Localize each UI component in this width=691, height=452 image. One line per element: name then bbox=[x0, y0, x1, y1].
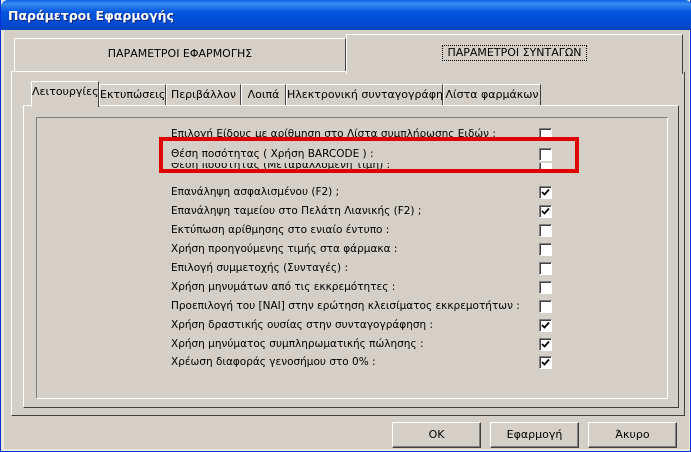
option-label: Προεπιλογή του [ΝΑΙ] στην ερώτηση κλεισί… bbox=[171, 300, 520, 312]
option-label: Επανάληψη ασφαλισμένου (F2) ; bbox=[171, 186, 340, 198]
option-checkbox[interactable] bbox=[539, 224, 552, 237]
tab-application-parameters[interactable]: ΠΑΡΑΜΕΤΡΟΙ ΕΦΑΡΜΟΓΗΣ bbox=[14, 38, 346, 71]
option-label: Επανάληψη ταμείου στο Πελάτη Λιανικής (F… bbox=[171, 205, 422, 217]
tab-prints[interactable]: Εκτυπώσεις bbox=[99, 84, 166, 106]
apply-button[interactable]: Εφαρμογή bbox=[490, 422, 579, 448]
tab-e-prescription[interactable]: Ηλεκτρονική συνταγογράφηση bbox=[286, 84, 457, 106]
option-checkbox[interactable] bbox=[539, 262, 552, 275]
option-row: Χρήση δραστικής ουσίας στην συνταγογράφη… bbox=[171, 317, 561, 335]
window-title: Παράμετροι Εφαρμογής bbox=[8, 8, 174, 23]
cancel-button[interactable]: Άκυρο bbox=[588, 422, 677, 448]
option-checkbox[interactable] bbox=[539, 205, 552, 218]
check-icon bbox=[541, 321, 550, 329]
option-row: Επανάληψη ασφαλισμένου (F2) ; bbox=[171, 184, 561, 202]
option-checkbox[interactable] bbox=[539, 300, 552, 313]
application-parameters-window: Παράμετροι Εφαρμογής ΠΑΡΑΜΕΤΡΟΙ ΕΦΑΡΜΟΓΗ… bbox=[0, 0, 691, 452]
option-checkbox[interactable] bbox=[539, 281, 552, 294]
option-row: Χρήση μηνύματος συμπληρωματικής πώλησης … bbox=[171, 336, 561, 354]
ok-button[interactable]: ΟΚ bbox=[392, 422, 481, 448]
option-label: Χρήση μηνυμάτων από τις εκκρεμότητες : bbox=[171, 281, 396, 293]
option-row: Επανάληψη ταμείου στο Πελάτη Λιανικής (F… bbox=[171, 203, 561, 221]
tab-label: ΠΑΡΑΜΕΤΡΟΙ ΕΦΑΡΜΟΓΗΣ bbox=[107, 47, 253, 60]
tab-label: Λειτουργίες bbox=[32, 85, 99, 98]
option-label: Επιλογή συμμετοχής (Συνταγές) : bbox=[171, 262, 349, 274]
check-icon bbox=[541, 188, 550, 196]
option-checkbox[interactable] bbox=[539, 319, 552, 332]
option-row: Εκτύπωση αρίθμησης στο ενιαίο έντυπο : bbox=[171, 222, 561, 240]
tab-drug-list[interactable]: Λίστα φαρμάκων bbox=[443, 84, 541, 106]
tab-label: ΠΑΡΑΜΕΤΡΟΙ ΣΥΝΤΑΓΩΝ bbox=[442, 45, 587, 61]
option-checkbox[interactable] bbox=[539, 243, 552, 256]
tab-prescription-parameters[interactable]: ΠΑΡΑΜΕΤΡΟΙ ΣΥΝΤΑΓΩΝ bbox=[346, 34, 683, 74]
option-row: Χρήση μηνυμάτων από τις εκκρεμότητες : bbox=[171, 279, 561, 297]
tab-label: Λίστα φαρμάκων bbox=[445, 88, 539, 101]
option-checkbox[interactable] bbox=[539, 338, 552, 351]
tab-label: Ηλεκτρονική συνταγογράφηση bbox=[287, 88, 457, 101]
option-label: Εκτύπωση αρίθμησης στο ενιαίο έντυπο : bbox=[171, 224, 390, 236]
title-bar[interactable]: Παράμετροι Εφαρμογής bbox=[1, 0, 691, 30]
check-icon bbox=[541, 207, 550, 215]
tab-other[interactable]: Λοιπά bbox=[241, 84, 286, 106]
check-icon bbox=[541, 358, 550, 366]
option-row: Χρέωση διαφοράς γενοσήμου στο 0% : bbox=[171, 354, 561, 372]
option-label: Χρήση δραστικής ουσίας στην συνταγογράφη… bbox=[171, 319, 434, 331]
option-label: Χρήση μηνύματος συμπληρωματικής πώλησης … bbox=[171, 338, 424, 350]
option-row: Χρήση προηγούμενης τιμής στα φάρμακα : bbox=[171, 241, 561, 259]
option-checkbox[interactable] bbox=[539, 186, 552, 199]
tab-label: Εκτυπώσεις bbox=[100, 88, 166, 101]
highlight-annotation bbox=[159, 137, 579, 173]
option-checkbox[interactable] bbox=[539, 356, 552, 369]
check-icon bbox=[541, 340, 550, 348]
tab-functions[interactable]: Λειτουργίες bbox=[31, 81, 99, 107]
tab-label: Περιβάλλον bbox=[170, 88, 237, 101]
option-row: Προεπιλογή του [ΝΑΙ] στην ερώτηση κλεισί… bbox=[171, 298, 561, 316]
option-label: Χρήση προηγούμενης τιμής στα φάρμακα : bbox=[171, 243, 398, 255]
option-row: Επιλογή συμμετοχής (Συνταγές) : bbox=[171, 260, 561, 278]
tab-label: Λοιπά bbox=[247, 88, 280, 101]
option-label: Χρέωση διαφοράς γενοσήμου στο 0% : bbox=[171, 356, 376, 368]
tab-environment[interactable]: Περιβάλλον bbox=[166, 84, 241, 106]
